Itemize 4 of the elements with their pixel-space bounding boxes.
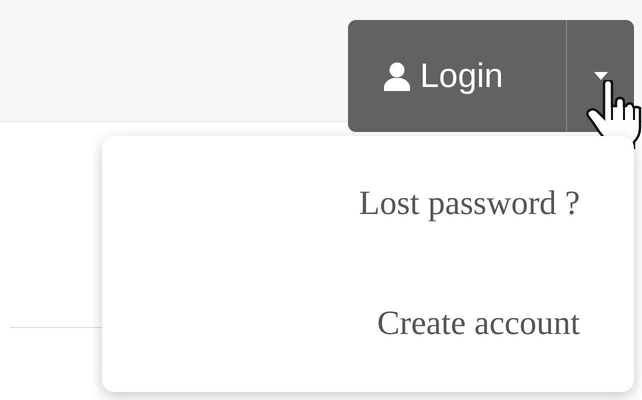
- menu-item[interactable]: Lost password ?: [359, 185, 580, 223]
- user-icon: [382, 61, 412, 91]
- menu-item[interactable]: Create account: [377, 305, 580, 343]
- login-button[interactable]: Login: [348, 20, 566, 132]
